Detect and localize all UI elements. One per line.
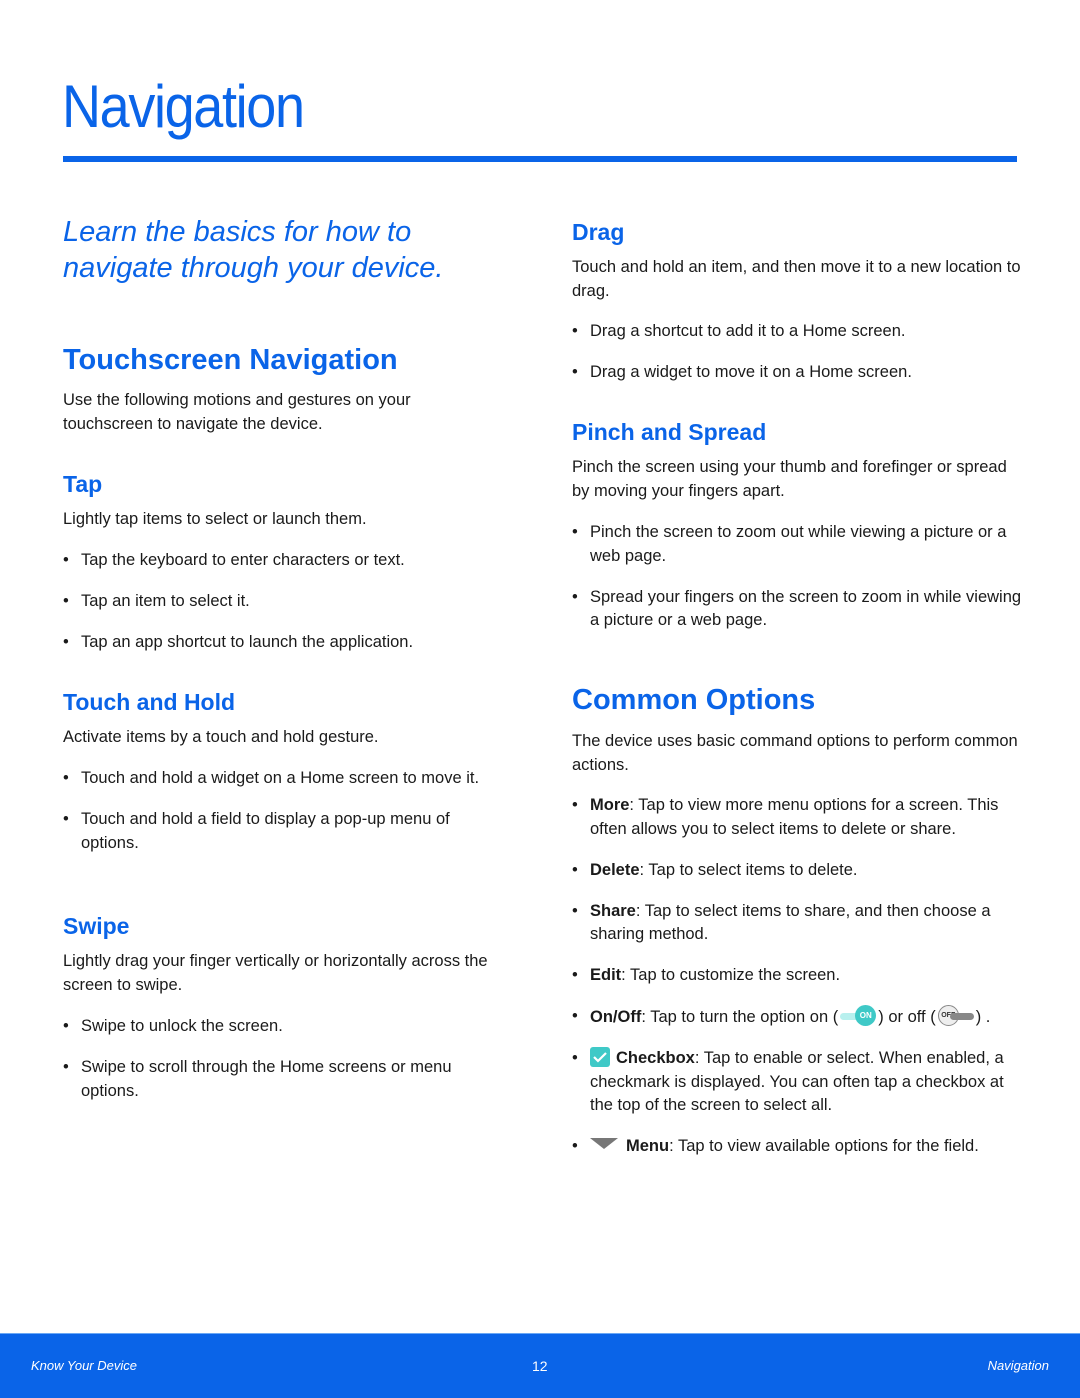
list-item: • Spread your fingers on the screen to zo… [572, 587, 1022, 630]
list-item: • Swipe to scroll through the Home screen… [63, 1058, 452, 1100]
page-title: Navigation [62, 73, 305, 140]
common-options-body: The device uses basic command options to… [572, 732, 1018, 774]
touchscreen-heading: Touchscreen Navigation [63, 344, 398, 376]
drag-heading: Drag [572, 219, 625, 245]
swipe-body: Lightly drag your finger vertically or h… [63, 952, 488, 994]
pinch-bullets: • Pinch the screen to zoom out while view… [572, 521, 1022, 633]
drag-bullets: • Drag a shortcut to add it to a Home scr… [572, 320, 1022, 385]
option-edit: • Edit: Tap to customize the screen. [572, 966, 841, 984]
list-item: • Drag a shortcut to add it to a Home scr… [572, 322, 906, 340]
option-menu: • Menu: Tap to view available options for… [572, 1137, 979, 1155]
option-more: • More: Tap to view more menu options for… [572, 796, 999, 838]
page-footer: Know Your Device 12 Navigation [0, 1333, 1080, 1398]
checkbox-icon [590, 1047, 610, 1067]
touch-hold-heading: Touch and Hold [63, 689, 236, 715]
footer-section: Know Your Device [31, 1358, 137, 1373]
tap-body: Lightly tap items to select or launch th… [63, 510, 367, 528]
option-on-off: • On/Off: Tap to turn the option on (ON) … [572, 1005, 991, 1027]
tap-heading: Tap [63, 471, 103, 497]
list-item: • Tap an app shortcut to launch the appli… [63, 633, 414, 651]
tap-bullets: • Tap the keyboard to enter characters or… [63, 549, 503, 655]
title-rule [63, 156, 1017, 162]
touch-hold-bullets: • Touch and hold a widget on a Home scree… [63, 767, 503, 855]
list-item: • Tap the keyboard to enter characters or… [63, 551, 405, 569]
touch-hold-body: Activate items by a touch and hold gestu… [63, 728, 379, 746]
footer-chapter: Navigation [987, 1358, 1049, 1373]
pinch-heading: Pinch and Spread [572, 419, 767, 445]
list-item: • Tap an item to select it. [63, 592, 250, 610]
option-delete: • Delete: Tap to select items to delete. [572, 860, 858, 879]
pinch-body: Pinch the screen using your thumb and fo… [572, 458, 1007, 500]
list-item: • Swipe to unlock the screen. [63, 1017, 283, 1035]
toggle-off-icon: OFF [937, 1005, 974, 1027]
swipe-bullets: • Swipe to unlock the screen. • Swipe to s… [63, 1015, 503, 1103]
intro-text: Learn the basics for how to navigate thr… [63, 216, 444, 284]
list-item: • Touch and hold a widget on a Home scree… [63, 769, 480, 787]
list-item: • Pinch the screen to zoom out while view… [572, 523, 1007, 565]
touchscreen-body: Use the following motions and gestures o… [63, 391, 411, 433]
common-options-bullets: • More: Tap to view more menu options for… [572, 794, 1022, 1159]
list-item: • Drag a widget to move it on a Home scre… [572, 363, 912, 381]
dropdown-arrow-icon [590, 1138, 618, 1149]
page-number: 12 [532, 1358, 548, 1374]
common-options-heading: Common Options [572, 684, 816, 716]
toggle-on-icon: ON [840, 1005, 877, 1027]
option-share: • Share: Tap to select items to share, an… [572, 901, 991, 944]
swipe-heading: Swipe [63, 913, 130, 939]
option-checkbox: • Checkbox: Tap to enable or select. When… [572, 1047, 1004, 1114]
list-item: • Touch and hold a field to display a pop… [63, 810, 450, 852]
drag-body: Touch and hold an item, and then move it… [572, 258, 1021, 300]
